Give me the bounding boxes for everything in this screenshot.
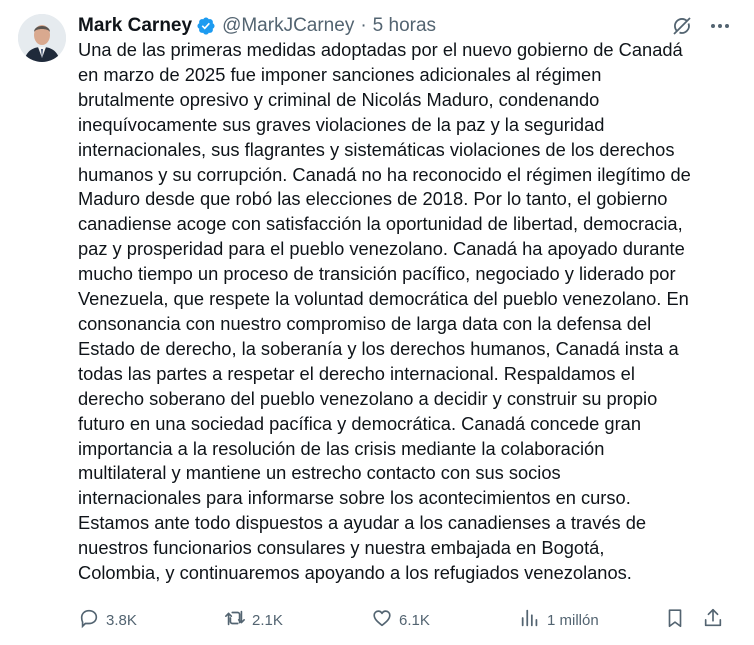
more-icon[interactable] <box>708 14 732 38</box>
tweet-text: Una de las primeras medidas adoptadas po… <box>78 39 691 584</box>
avatar[interactable] <box>18 14 66 62</box>
views-button[interactable]: 1 millón <box>519 607 599 633</box>
views-icon <box>519 607 541 633</box>
timestamp[interactable]: 5 horas <box>373 13 436 39</box>
author-name[interactable]: Mark Carney <box>78 13 192 39</box>
avatar-image <box>18 14 66 62</box>
verified-badge-icon <box>196 16 216 36</box>
retweet-button[interactable]: 2.1K <box>224 607 283 633</box>
grok-icon[interactable] <box>670 14 694 38</box>
reply-count: 3.8K <box>106 611 137 629</box>
author-handle[interactable]: @MarkJCarney <box>222 13 354 39</box>
tweet: Mark Carney @MarkJCarney · 5 horas Una d… <box>0 0 754 645</box>
heart-icon <box>371 607 393 633</box>
like-count: 6.1K <box>399 611 430 629</box>
bookmark-icon <box>664 607 686 633</box>
separator-dot: · <box>360 15 367 36</box>
retweet-icon <box>224 607 246 633</box>
share-button[interactable] <box>702 607 724 633</box>
top-right-actions <box>670 14 732 38</box>
tweet-header: Mark Carney @MarkJCarney · 5 horas <box>78 13 436 39</box>
share-icon <box>702 607 724 633</box>
reply-button[interactable]: 3.8K <box>78 607 137 633</box>
reply-icon <box>78 607 100 633</box>
like-button[interactable]: 6.1K <box>371 607 430 633</box>
bookmark-button[interactable] <box>664 607 686 633</box>
retweet-count: 2.1K <box>252 611 283 629</box>
views-count: 1 millón <box>547 611 599 629</box>
tweet-actions: 3.8K 2.1K 6.1K 1 millón <box>78 606 728 634</box>
